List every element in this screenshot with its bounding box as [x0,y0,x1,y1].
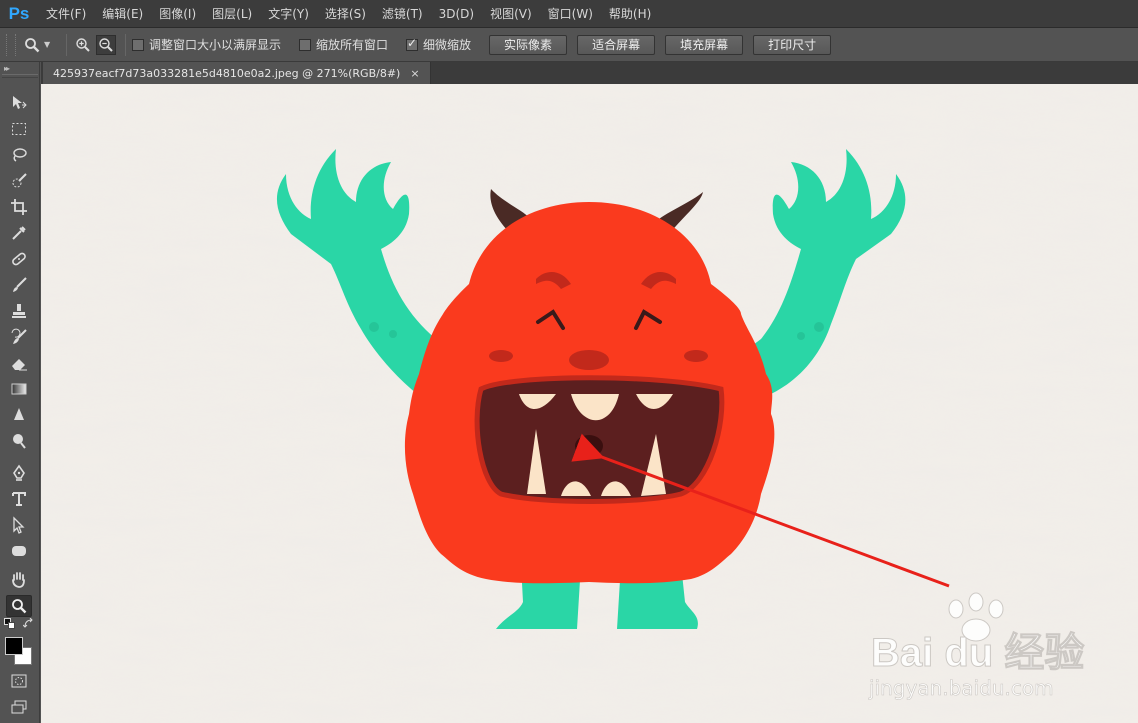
scrubby-zoom-label: 细微缩放 [423,38,472,52]
menu-layer[interactable]: 图层(L) [204,0,260,28]
zoom-icon [25,37,40,52]
move-tool[interactable] [6,92,32,114]
fill-screen-button[interactable]: 填充屏幕 [665,34,744,55]
path-selection-tool[interactable] [6,514,32,536]
lasso-icon [13,148,27,162]
quick-mask-button[interactable] [6,670,32,692]
zoom-in-icon [76,37,90,52]
menu-select[interactable]: 选择(S) [317,0,374,28]
quick-selection-tool[interactable] [6,170,32,192]
default-colors-icon [4,618,15,629]
pen-tool[interactable] [6,462,32,484]
options-bar-grip[interactable] [6,33,16,56]
document-tab-bar: 425937eacf7d73a033281e5d4810e0a2.jpeg @ … [41,62,1138,84]
type-tool[interactable] [6,488,32,510]
path-selection-icon [13,516,25,534]
menu-window[interactable]: 窗口(W) [540,0,601,28]
document-tab-title: 425937eacf7d73a033281e5d4810e0a2.jpeg @ … [53,66,401,80]
watermark-url: jingyan.baidu.com [868,676,1054,700]
dodge-tool[interactable] [6,430,32,452]
fit-screen-button[interactable]: 适合屏幕 [577,34,656,55]
divider [66,33,67,56]
menu-image[interactable]: 图像(I) [151,0,204,28]
screen-mode-icon [11,700,27,714]
marquee-tool[interactable] [6,118,32,140]
default-colors-button[interactable] [3,618,17,630]
document-canvas[interactable]: Bai du 经验 jingyan.baidu.com [41,84,1138,723]
zoom-out-icon [99,37,113,52]
quick-selection-icon [12,173,27,188]
menu-view[interactable]: 视图(V) [482,0,540,28]
zoom-in-button[interactable] [73,35,93,55]
zoom-out-button[interactable] [96,34,116,55]
lasso-tool[interactable] [6,144,32,166]
eyedropper-tool[interactable] [6,222,32,244]
stamp-icon [12,304,26,318]
dodge-icon [13,434,26,449]
shape-tool[interactable] [6,540,32,562]
menu-type[interactable]: 文字(Y) [260,0,317,28]
gradient-tool[interactable] [6,378,32,400]
eraser-tool[interactable] [6,352,32,374]
panel-grip[interactable] [2,74,38,78]
history-brush-icon [11,328,27,344]
zoom-icon [12,599,27,614]
menu-bar: Ps 文件(F) 编辑(E) 图像(I) 图层(L) 文字(Y) 选择(S) 滤… [0,0,1138,28]
checkbox-box[interactable] [132,38,144,51]
menu-3d[interactable]: 3D(D) [431,0,482,28]
document-tab[interactable]: 425937eacf7d73a033281e5d4810e0a2.jpeg @ … [43,62,431,84]
screen-mode-button[interactable] [6,696,32,718]
menu-file[interactable]: 文件(F) [38,0,94,28]
actual-pixels-button[interactable]: 实际像素 [489,34,568,55]
swap-arrow-icon [23,618,33,628]
bandage-icon [12,252,26,266]
hand-tool[interactable] [6,568,32,590]
zoom-all-windows-label: 缩放所有窗口 [316,38,389,52]
print-size-button[interactable]: 打印尺寸 [753,34,832,55]
zoom-all-windows-checkbox[interactable]: 缩放所有窗口 [299,36,388,53]
checkbox-box[interactable] [299,38,312,51]
crop-icon [11,199,27,215]
options-bar: ▼ 调整窗口大小以满屏显示 缩放所有窗口 细微缩放 实际像素 适合屏幕 填充屏幕… [0,28,1138,62]
close-icon[interactable]: × [410,67,419,80]
zoom-tool[interactable] [6,595,32,617]
monster-artwork: Bai du 经验 jingyan.baidu.com [41,84,1138,723]
eraser-icon [12,359,27,371]
photoshop-logo: Ps [8,3,30,23]
rounded-rectangle-icon [12,546,26,556]
chevron-down-icon: ▼ [44,40,51,49]
brush-tool[interactable] [6,274,32,296]
foreground-color-swatch[interactable] [5,637,23,655]
divider [125,33,126,56]
pen-icon [13,464,25,481]
swap-colors-button[interactable] [22,618,36,630]
resize-windows-label: 调整窗口大小以满屏显示 [149,38,282,52]
menu-edit[interactable]: 编辑(E) [94,0,151,28]
hand-icon [12,572,25,588]
blur-tool[interactable] [6,404,32,426]
quick-mask-icon [11,674,27,688]
brush-icon [13,277,27,292]
crop-tool[interactable] [6,196,32,218]
rectangle-marquee-icon [12,123,26,135]
eyedropper-icon [12,226,26,240]
type-t-icon [12,492,26,506]
tools-panel: ▸▸ [0,62,40,723]
clone-stamp-tool[interactable] [6,300,32,322]
history-brush-tool[interactable] [6,326,32,348]
scrubby-zoom-checkbox[interactable]: 细微缩放 [406,36,471,53]
healing-brush-tool[interactable] [6,248,32,270]
resize-windows-checkbox[interactable]: 调整窗口大小以满屏显示 [132,36,281,53]
collapse-panel-icon[interactable]: ▸▸ [4,64,10,73]
menu-filter[interactable]: 滤镜(T) [374,0,431,28]
move-icon [13,96,27,109]
checkbox-box-checked[interactable] [406,36,419,51]
menu-help[interactable]: 帮助(H) [601,0,659,28]
blur-drop-icon [14,408,24,420]
gradient-icon [11,383,27,395]
tool-preset-picker[interactable]: ▼ [24,37,60,53]
